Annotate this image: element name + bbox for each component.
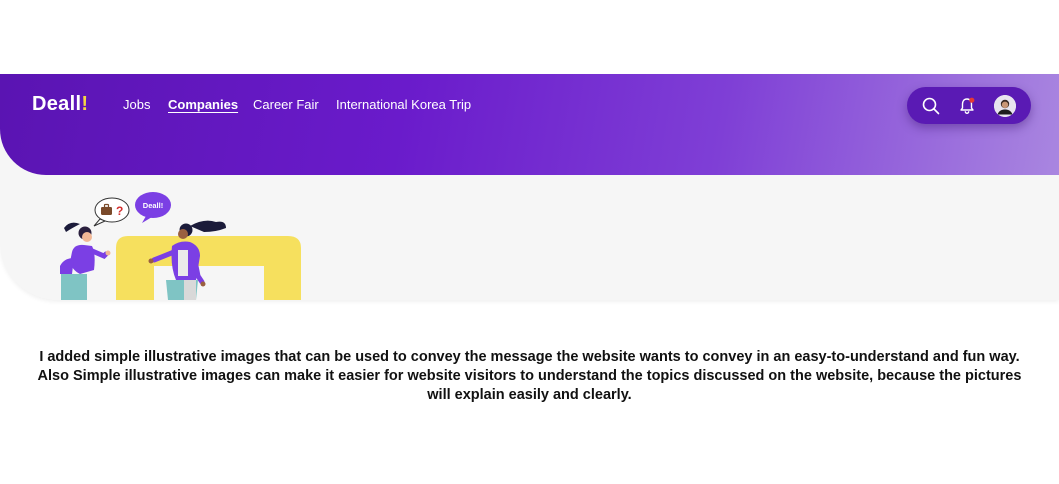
notification-dot (969, 97, 975, 103)
illustration-two-people-talking: ? Deall! (60, 192, 301, 300)
nav-link-international-korea-trip[interactable]: International Korea Trip (336, 97, 471, 112)
nav-link-jobs[interactable]: Jobs (123, 97, 150, 112)
avatar (994, 94, 1016, 117)
speech-bubble-right: Deall! (135, 192, 171, 223)
yellow-frame-shape (116, 236, 301, 300)
nav-link-career-fair[interactable]: Career Fair (253, 97, 319, 112)
nav-link-companies[interactable]: Companies (168, 97, 238, 112)
description-caption: I added simple illustrative images that … (37, 349, 1022, 403)
bell-icon (960, 97, 975, 114)
user-avatar-icon (994, 94, 1016, 117)
search-icon (922, 97, 940, 114)
search-button[interactable] (914, 87, 948, 124)
brand-logo[interactable]: Deall! (32, 93, 88, 116)
brand-mark: ! (81, 93, 89, 115)
top-navbar: Deall! Jobs Companies Career Fair Intern… (0, 74, 1059, 175)
notification-button[interactable] (950, 87, 984, 124)
speech-bubble-deall-text: Deall! (143, 201, 163, 210)
speech-bubble-left: ? (93, 197, 130, 227)
person-left (60, 222, 111, 300)
question-mark-icon: ? (116, 204, 123, 218)
profile-button[interactable] (988, 87, 1022, 124)
navbar-actions (907, 87, 1031, 124)
brand-name: Deall (32, 93, 82, 115)
website-mockup: Deall! Jobs Companies Career Fair Intern… (0, 74, 1059, 300)
